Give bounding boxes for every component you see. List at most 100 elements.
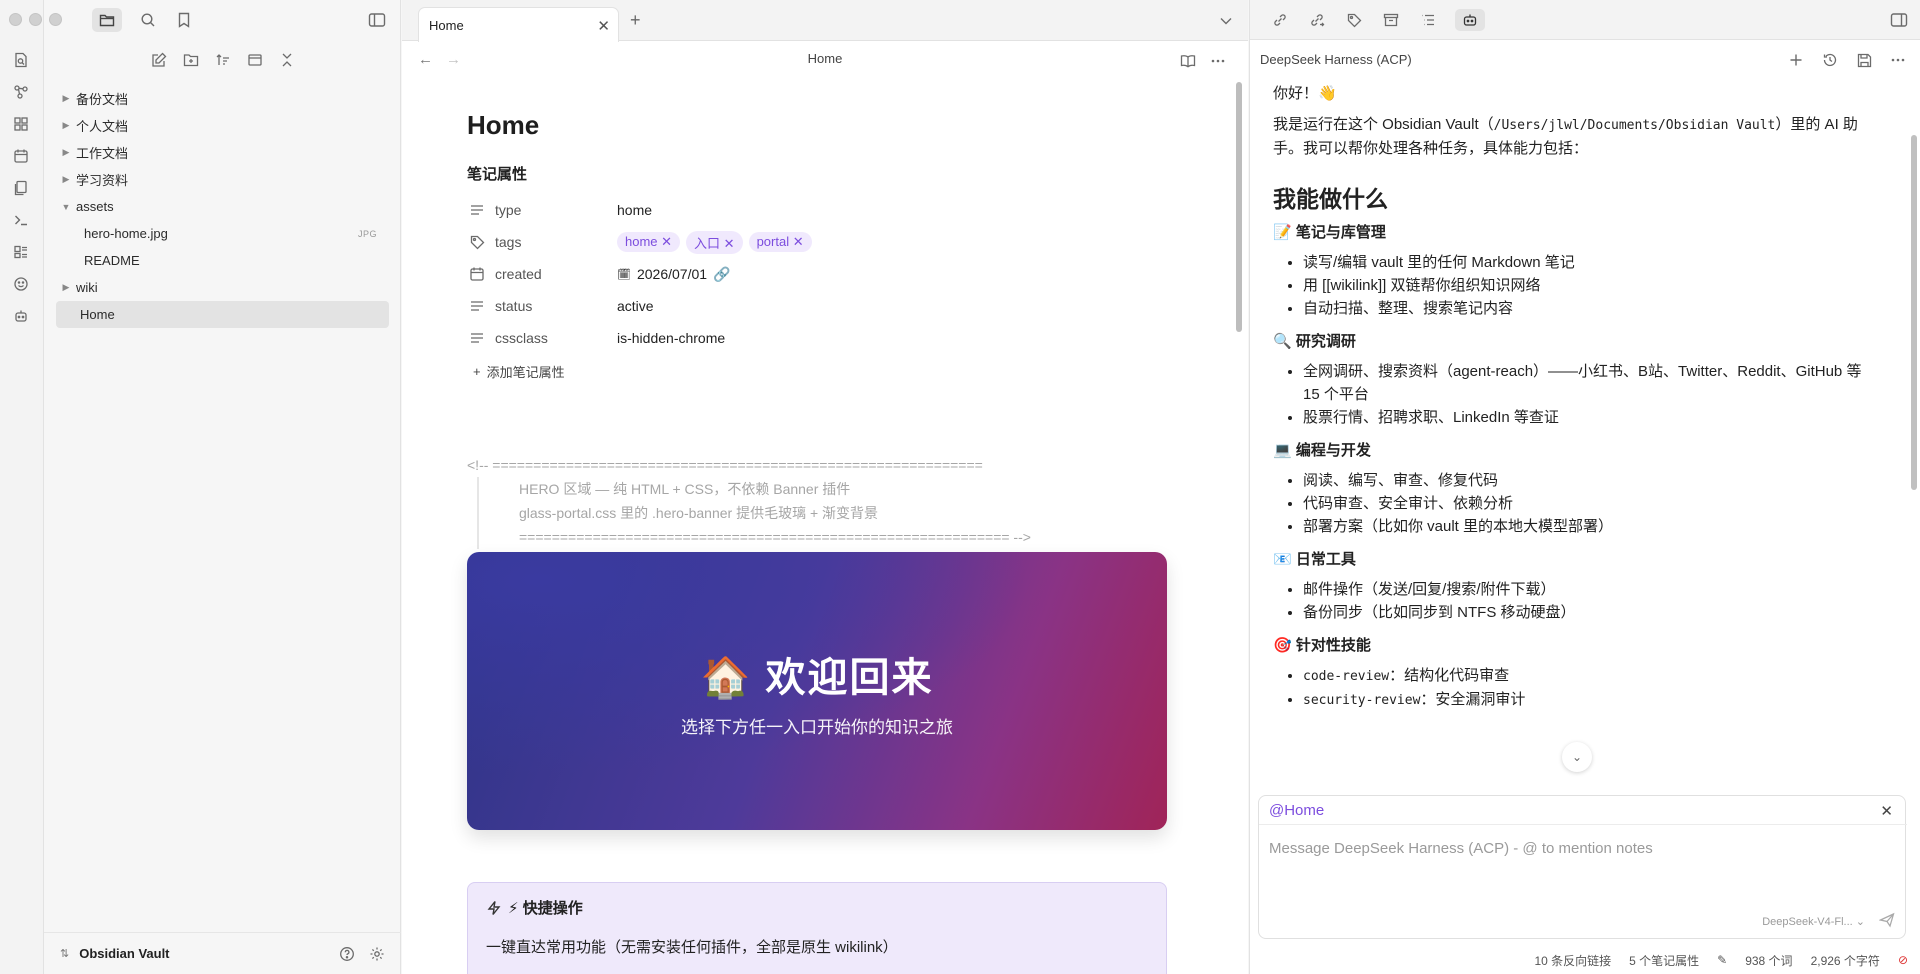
window-minimize-button[interactable] bbox=[29, 13, 42, 26]
collapse-all-icon[interactable] bbox=[277, 50, 297, 70]
chevron-right-icon: ▶ bbox=[62, 93, 70, 103]
editor-scrollbar[interactable] bbox=[1236, 82, 1242, 332]
outgoing-links-icon[interactable] bbox=[1307, 10, 1327, 30]
mention-chip[interactable]: @Home bbox=[1269, 802, 1324, 819]
word-count: 938 个词 bbox=[1745, 953, 1793, 968]
property-tags[interactable]: tags home ✕ 入口 ✕ portal ✕ bbox=[467, 226, 1167, 258]
tree-folder[interactable]: ▶ wiki bbox=[56, 274, 389, 301]
list-item: 用 [[wikilink]] 双链帮你组织知识网络 bbox=[1303, 274, 1873, 297]
new-note-icon[interactable] bbox=[149, 50, 169, 70]
graph-view-icon[interactable] bbox=[11, 82, 31, 102]
list-item: 股票行情、招聘求职、LinkedIn 等查证 bbox=[1303, 406, 1873, 429]
property-status[interactable]: status active bbox=[467, 290, 1167, 322]
message-input[interactable]: Message DeepSeek Harness (ACP) - @ to me… bbox=[1269, 840, 1653, 857]
bookmark-icon[interactable] bbox=[174, 10, 194, 30]
new-chat-icon[interactable] bbox=[1786, 50, 1806, 70]
sidebar-toggle-icon[interactable] bbox=[367, 10, 387, 30]
terminal-icon[interactable] bbox=[11, 210, 31, 230]
note-title[interactable]: Home bbox=[467, 110, 1167, 141]
list-item: 部署方案（比如你 vault 里的本地大模型部署） bbox=[1303, 515, 1873, 538]
daily-note-icon[interactable] bbox=[11, 146, 31, 166]
tree-folder[interactable]: ▶ 个人文档 bbox=[56, 112, 389, 139]
vault-switcher[interactable]: ⇅ Obsidian Vault bbox=[44, 932, 401, 974]
templates-icon[interactable] bbox=[11, 178, 31, 198]
list-item: 邮件操作（发送/回复/搜索/附件下载） bbox=[1303, 578, 1873, 601]
group-title: 📧 日常工具 bbox=[1273, 551, 1356, 568]
smiley-icon[interactable] bbox=[11, 274, 31, 294]
skills-list: code-review：结构化代码审查 security-review：安全漏洞… bbox=[1273, 664, 1873, 708]
outline-layout-icon[interactable] bbox=[11, 242, 31, 262]
link-icon[interactable]: 🔗 bbox=[713, 266, 730, 283]
tree-file-active[interactable]: Home bbox=[56, 301, 389, 328]
property-created[interactable]: created 🗓 2026/07/01 🔗 bbox=[467, 258, 1167, 290]
tree-file[interactable]: README bbox=[56, 247, 389, 274]
more-options-icon[interactable] bbox=[1888, 50, 1908, 70]
hero-title: 🏠 欢迎回来 bbox=[700, 655, 934, 700]
property-cssclass[interactable]: cssclass is-hidden-chrome bbox=[467, 322, 1167, 354]
open-quick-switcher-icon[interactable] bbox=[11, 50, 31, 70]
chevron-down-icon: ▼ bbox=[61, 201, 71, 212]
list-item: 阅读、编写、审查、修复代码 bbox=[1303, 469, 1873, 492]
properties-heading[interactable]: 笔记属性 bbox=[467, 163, 1167, 184]
new-tab-icon[interactable]: + bbox=[630, 10, 641, 31]
window-close-button[interactable] bbox=[9, 13, 22, 26]
property-type[interactable]: type home bbox=[467, 194, 1167, 226]
archive-icon[interactable] bbox=[1381, 10, 1401, 30]
view-title[interactable]: Home bbox=[402, 51, 1248, 66]
note-content: Home 笔记属性 type home tags home ✕ 入口 ✕ por… bbox=[467, 80, 1167, 974]
plus-icon: + bbox=[473, 364, 481, 379]
tree-folder[interactable]: ▶ 工作文档 bbox=[56, 139, 389, 166]
remove-mention-icon[interactable]: ✕ bbox=[1880, 802, 1893, 820]
edit-mode-icon[interactable]: ✎ bbox=[1717, 953, 1727, 967]
sort-icon[interactable] bbox=[213, 50, 233, 70]
add-property-button[interactable]: + 添加笔记属性 bbox=[473, 362, 1167, 381]
list-item: 代码审查、安全审计、依赖分析 bbox=[1303, 492, 1873, 515]
new-folder-icon[interactable] bbox=[181, 50, 201, 70]
backlinks-count[interactable]: 10 条反向链接 bbox=[1534, 952, 1611, 969]
canvas-icon[interactable] bbox=[11, 114, 31, 134]
close-tab-icon[interactable]: ✕ bbox=[597, 17, 610, 35]
chat-bot-icon[interactable] bbox=[1455, 9, 1485, 31]
text-icon bbox=[467, 328, 487, 348]
section-heading: 我能做什么 bbox=[1273, 186, 1388, 212]
more-options-icon[interactable] bbox=[1208, 51, 1228, 71]
group-title: 💻 编程与开发 bbox=[1273, 442, 1371, 459]
auto-reveal-icon[interactable] bbox=[245, 50, 265, 70]
model-selector[interactable]: DeepSeek-V4-Fl... ⌄ bbox=[1762, 915, 1865, 928]
scroll-to-bottom-button[interactable]: ⌄ bbox=[1562, 742, 1592, 772]
html-comment-block[interactable]: <!-- ===================================… bbox=[467, 453, 1167, 549]
help-icon[interactable] bbox=[337, 944, 357, 964]
properties-count[interactable]: 5 个笔记属性 bbox=[1629, 952, 1699, 969]
tree-file[interactable]: hero-home.jpg JPG bbox=[56, 220, 389, 247]
tree-folder[interactable]: ▶ 备份文档 bbox=[56, 85, 389, 112]
tree-folder-expanded[interactable]: ▼ assets bbox=[56, 193, 389, 220]
tab-home[interactable]: Home ✕ bbox=[418, 7, 619, 42]
chat-scrollbar[interactable] bbox=[1911, 135, 1917, 490]
tag-pill[interactable]: 入口 ✕ bbox=[686, 230, 743, 254]
reading-view-icon[interactable] bbox=[1178, 51, 1198, 71]
sync-status-icon[interactable]: ⊘ bbox=[1898, 953, 1908, 967]
window-zoom-button[interactable] bbox=[49, 13, 62, 26]
send-icon[interactable] bbox=[1879, 912, 1895, 928]
tag-pill[interactable]: home ✕ bbox=[617, 232, 681, 252]
list-item: 自动扫描、整理、搜索笔记内容 bbox=[1303, 297, 1873, 320]
editor-pane: Home ✕ + ← → Home Home 笔记属性 type home tag… bbox=[402, 0, 1248, 974]
save-icon[interactable] bbox=[1854, 50, 1874, 70]
folder-icon[interactable] bbox=[92, 8, 122, 32]
outline-icon[interactable] bbox=[1418, 10, 1438, 30]
right-sidebar-toggle-icon[interactable] bbox=[1889, 10, 1909, 30]
tree-folder[interactable]: ▶ 学习资料 bbox=[56, 166, 389, 193]
group-title: 📝 笔记与库管理 bbox=[1273, 224, 1386, 241]
tags-panel-icon[interactable] bbox=[1344, 10, 1364, 30]
search-icon[interactable] bbox=[138, 10, 158, 30]
tag-pill[interactable]: portal ✕ bbox=[748, 232, 812, 252]
settings-gear-icon[interactable] bbox=[367, 944, 387, 964]
group-list: 邮件操作（发送/回复/搜索/附件下载） 备份同步（比如同步到 NTFS 移动硬盘… bbox=[1273, 578, 1873, 624]
history-icon[interactable] bbox=[1820, 50, 1840, 70]
message-composer[interactable]: @Home ✕ Message DeepSeek Harness (ACP) -… bbox=[1258, 795, 1907, 939]
bot-icon[interactable] bbox=[11, 306, 31, 326]
calendar-icon bbox=[467, 264, 487, 284]
backlinks-icon[interactable] bbox=[1270, 10, 1290, 30]
tab-list-chevron-icon[interactable] bbox=[1216, 11, 1236, 31]
tab-bar: Home ✕ + bbox=[402, 0, 1248, 42]
